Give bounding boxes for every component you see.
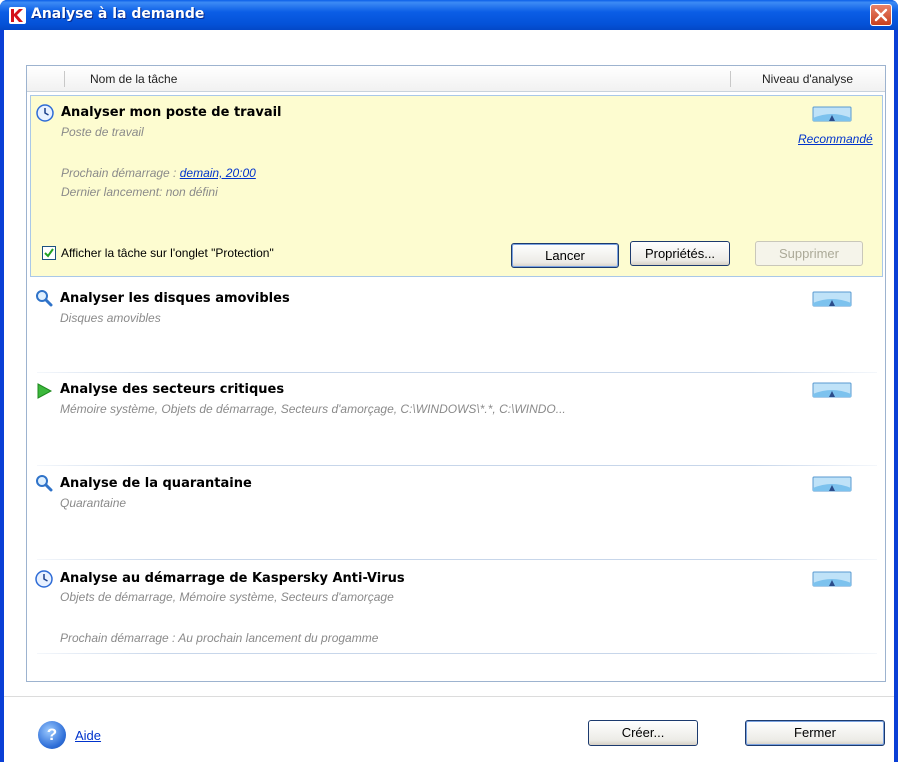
show-on-protection-tab-label[interactable]: Afficher la tâche sur l'onglet "Protecti…: [61, 246, 274, 260]
create-button[interactable]: Créer...: [588, 720, 698, 746]
window-client-area: Nom de la tâche Niveau d'analyse Analyse…: [4, 30, 894, 762]
task-subtitle: Mémoire système, Objets de démarrage, Se…: [60, 402, 566, 416]
task-row-startup-scan[interactable]: Analyse au démarrage de Kaspersky Anti-V…: [27, 562, 885, 652]
scan-level-icon: [812, 476, 852, 492]
column-separator: [730, 71, 731, 87]
task-subtitle: Poste de travail: [61, 125, 144, 139]
next-start: Prochain démarrage : Au prochain lanceme…: [60, 631, 379, 645]
clock-icon: [35, 570, 53, 588]
next-start-link[interactable]: demain, 20:00: [180, 166, 256, 180]
clock-icon: [36, 104, 54, 122]
play-icon: [37, 383, 53, 399]
magnifier-icon: [36, 290, 53, 307]
task-title: Analyser les disques amovibles: [60, 291, 290, 306]
scan-level-icon: [812, 106, 852, 122]
row-separator: [37, 372, 877, 373]
scan-level-icon: [812, 291, 852, 307]
footer-separator: [4, 696, 894, 697]
close-window-button[interactable]: [870, 4, 892, 26]
close-icon: [874, 8, 888, 22]
run-button[interactable]: Lancer: [511, 243, 619, 268]
magnifier-icon: [36, 475, 53, 492]
row-separator: [37, 653, 877, 654]
task-row-my-computer[interactable]: Analyser mon poste de travail Poste de t…: [30, 95, 883, 277]
main-window: Analyse à la demande Nom de la tâche Niv…: [0, 0, 898, 762]
task-row-critical-areas[interactable]: Analyse des secteurs critiques Mémoire s…: [27, 374, 885, 464]
help-link[interactable]: Aide: [75, 728, 101, 743]
scan-level-icon: [812, 382, 852, 398]
row-separator: [37, 559, 877, 560]
column-header: Nom de la tâche Niveau d'analyse: [27, 66, 885, 92]
task-row-removable-drives[interactable]: Analyser les disques amovibles Disques a…: [27, 281, 885, 371]
help-icon[interactable]: ?: [38, 721, 66, 749]
properties-button[interactable]: Propriétés...: [630, 241, 730, 266]
task-title: Analyse de la quarantaine: [60, 476, 252, 491]
next-start-label: Prochain démarrage :: [61, 166, 177, 180]
task-title: Analyse au démarrage de Kaspersky Anti-V…: [60, 571, 405, 586]
task-list: Nom de la tâche Niveau d'analyse Analyse…: [26, 65, 886, 682]
task-row-quarantine[interactable]: Analyse de la quarantaine Quarantaine: [27, 466, 885, 556]
task-subtitle: Quarantaine: [60, 496, 127, 510]
show-on-protection-tab-checkbox[interactable]: [42, 246, 56, 260]
column-separator: [64, 71, 65, 87]
delete-button[interactable]: Supprimer: [755, 241, 863, 266]
scan-level-icon: [812, 571, 852, 587]
column-scan-level[interactable]: Niveau d'analyse: [762, 72, 853, 86]
window-title: Analyse à la demande: [31, 6, 205, 22]
column-task-name[interactable]: Nom de la tâche: [90, 72, 177, 86]
last-run: Dernier lancement: non défini: [61, 185, 218, 199]
task-title: Analyser mon poste de travail: [61, 105, 282, 120]
task-subtitle: Disques amovibles: [60, 311, 161, 325]
title-bar[interactable]: Analyse à la demande: [0, 0, 898, 30]
close-button[interactable]: Fermer: [745, 720, 885, 746]
check-icon: [44, 248, 54, 258]
task-subtitle: Objets de démarrage, Mémoire système, Se…: [60, 590, 394, 604]
kaspersky-logo-icon: [9, 7, 26, 24]
task-title: Analyse des secteurs critiques: [60, 382, 285, 397]
next-start: Prochain démarrage : demain, 20:00: [61, 166, 256, 180]
scan-level-link[interactable]: Recommandé: [798, 132, 873, 146]
